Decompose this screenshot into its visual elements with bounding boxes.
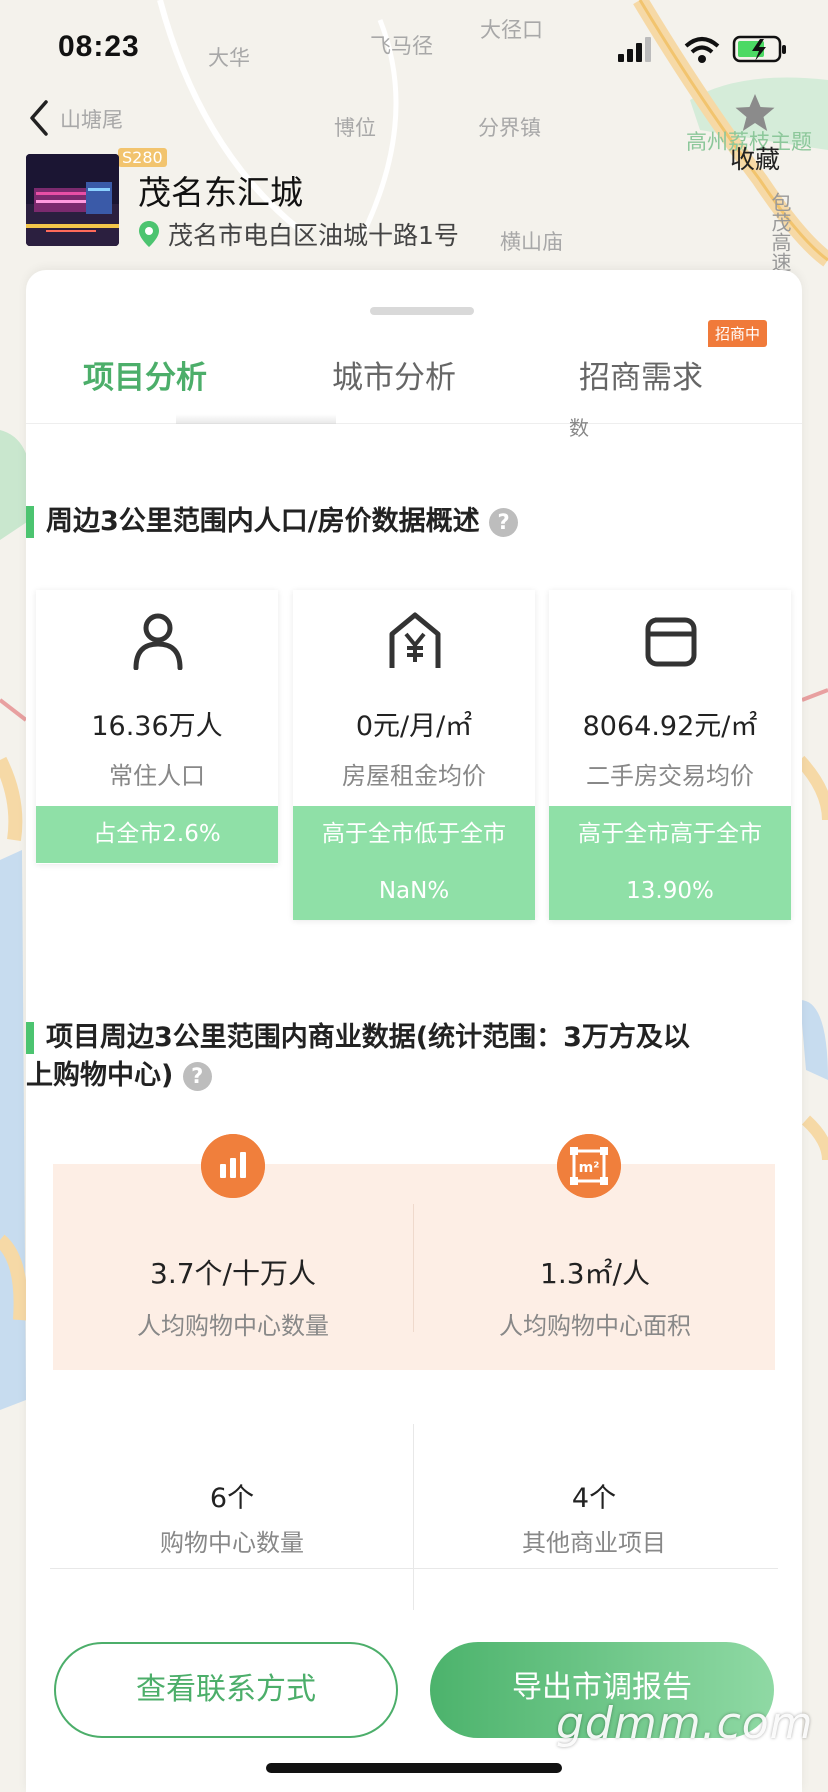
- stat-footer: 高于全市低于全市 NaN%: [293, 806, 535, 920]
- grid-stat-shopping-centers: 6个 购物中心数量: [52, 1476, 412, 1558]
- status-icons: [618, 35, 786, 63]
- venue-thumbnail[interactable]: [26, 154, 119, 246]
- star-icon: [735, 94, 775, 131]
- map-label-fenjiezhen: 分界镇: [478, 116, 541, 140]
- grid-value: 6个: [209, 1483, 255, 1514]
- venue-address: 茂名市电白区油城十路1号: [168, 221, 459, 250]
- person-icon: [133, 613, 183, 670]
- stat-card-population: 16.36万人 常住人口 占全市2.6%: [36, 590, 278, 864]
- tab-badge-recruiting: 招商中: [708, 320, 768, 347]
- stat-value: 16.36万人: [91, 711, 223, 742]
- tab-project-analysis[interactable]: 项目分析: [83, 352, 207, 397]
- grid-stat-other-projects: 4个 其他商业项目: [414, 1476, 774, 1558]
- stat-footer-line1: 高于全市高于全市: [578, 821, 762, 847]
- stat-label: 常住人口: [109, 762, 205, 790]
- wallet-icon: [645, 617, 697, 667]
- venue-name: 茂名东汇城: [138, 173, 303, 212]
- sheet-drag-handle[interactable]: [370, 307, 474, 315]
- map-label-bao: 包茂高速: [768, 192, 792, 272]
- commercial-title-line1: 项目周边3公里范围内商业数据(统计范围：3万方及以: [46, 1022, 690, 1053]
- population-section-title: 周边3公里范围内人口/房价数据概述 ?: [46, 503, 519, 541]
- bar-chart-icon: [201, 1134, 265, 1198]
- view-contact-button[interactable]: 查看联系方式: [54, 1642, 398, 1738]
- wifi-icon: [684, 37, 720, 63]
- stat-value: 0元/月/㎡: [355, 711, 473, 742]
- highlight-label: 人均购物中心数量: [137, 1312, 329, 1340]
- stat-value: 8064.92元/㎡: [582, 711, 758, 742]
- watermark: gdmm.com: [556, 1698, 814, 1749]
- commercial-title-line2-row: 上购物中心) ?: [26, 1057, 802, 1095]
- tab-leasing-demand[interactable]: 招商需求: [579, 352, 703, 397]
- tab-city-analysis[interactable]: 城市分析: [332, 352, 456, 397]
- stat-footer: 高于全市高于全市 13.90%: [549, 806, 791, 920]
- signal-icon: [618, 37, 651, 62]
- grid-label: 购物中心数量: [160, 1529, 304, 1557]
- stat-card-resale: 8064.92元/㎡ 二手房交易均价 高于全市高于全市 13.90%: [549, 590, 791, 920]
- cut-off-text: 数: [569, 416, 589, 440]
- venue-photo: [26, 154, 119, 246]
- stat-footer-line1: 高于全市低于全市: [322, 821, 506, 847]
- population-section-title-text: 周边3公里范围内人口/房价数据概述: [46, 506, 480, 537]
- favorite-label: 收藏: [729, 145, 780, 174]
- map-label-feimajing: 飞马径: [370, 34, 433, 58]
- stat-footer-line1: 占全市2.6%: [93, 821, 221, 847]
- stat-label: 房屋租金均价: [342, 762, 486, 790]
- battery-icon: [732, 35, 786, 63]
- chevron-left-icon[interactable]: [22, 96, 58, 140]
- favorite-button[interactable]: 收藏: [720, 92, 790, 176]
- grid-value: 4个: [571, 1483, 617, 1514]
- home-indicator[interactable]: [266, 1763, 562, 1773]
- house-yuan-icon: [389, 612, 441, 668]
- status-time: 08:23: [58, 30, 140, 63]
- map-label-dajingkou: 大径口: [480, 18, 543, 42]
- area-m2-icon: m²: [557, 1134, 621, 1198]
- analysis-sheet: 项目分析 城市分析 招商需求 招商中 数 周边3公里范围内人口/房价数据概述 ?…: [26, 270, 802, 1792]
- highlight-value: 3.7个/十万人: [150, 1257, 316, 1290]
- grid-label: 其他商业项目: [522, 1529, 666, 1557]
- stat-card-rent: 0元/月/㎡ 房屋租金均价 高于全市低于全市 NaN%: [293, 590, 535, 920]
- commercial-highlight-panel: 3.7个/十万人 人均购物中心数量 m² 1.3㎡/人 人均购物中心面积: [53, 1134, 775, 1370]
- question-circle-icon[interactable]: ?: [182, 1062, 212, 1091]
- panel-divider: [413, 1204, 414, 1332]
- cut-off-strip: [176, 414, 336, 424]
- map-label-bowei: 博位: [334, 116, 376, 140]
- map-label-dahua: 大华: [208, 46, 250, 70]
- map-label-hengshanmiao: 横山庙: [500, 230, 563, 254]
- stat-footer-line2: NaN%: [378, 878, 450, 904]
- stat-label: 二手房交易均价: [586, 762, 754, 790]
- highlight-value: 1.3㎡/人: [540, 1257, 650, 1290]
- svg-text:m²: m²: [579, 1160, 600, 1176]
- stat-footer: 占全市2.6%: [36, 806, 278, 863]
- location-pin-icon: [139, 221, 159, 247]
- stat-footer-line2: 13.90%: [626, 878, 714, 904]
- highlight-label: 人均购物中心面积: [499, 1312, 691, 1340]
- venue-address-row: 茂名市电白区油城十路1号: [138, 216, 459, 252]
- map-label-s280: S280: [118, 148, 167, 167]
- map-label-shantangwei: 山塘尾: [60, 108, 123, 132]
- commercial-title-line2: 上购物中心): [26, 1060, 174, 1091]
- question-circle-icon[interactable]: ?: [489, 508, 519, 537]
- commercial-section-title: 项目周边3公里范围内商业数据(统计范围：3万方及以 上购物中心) ?: [26, 1019, 802, 1095]
- grid-divider-horizontal: [50, 1568, 778, 1569]
- section-accent-bar: [26, 506, 34, 538]
- tab-bar: 项目分析 城市分析 招商需求: [26, 332, 802, 424]
